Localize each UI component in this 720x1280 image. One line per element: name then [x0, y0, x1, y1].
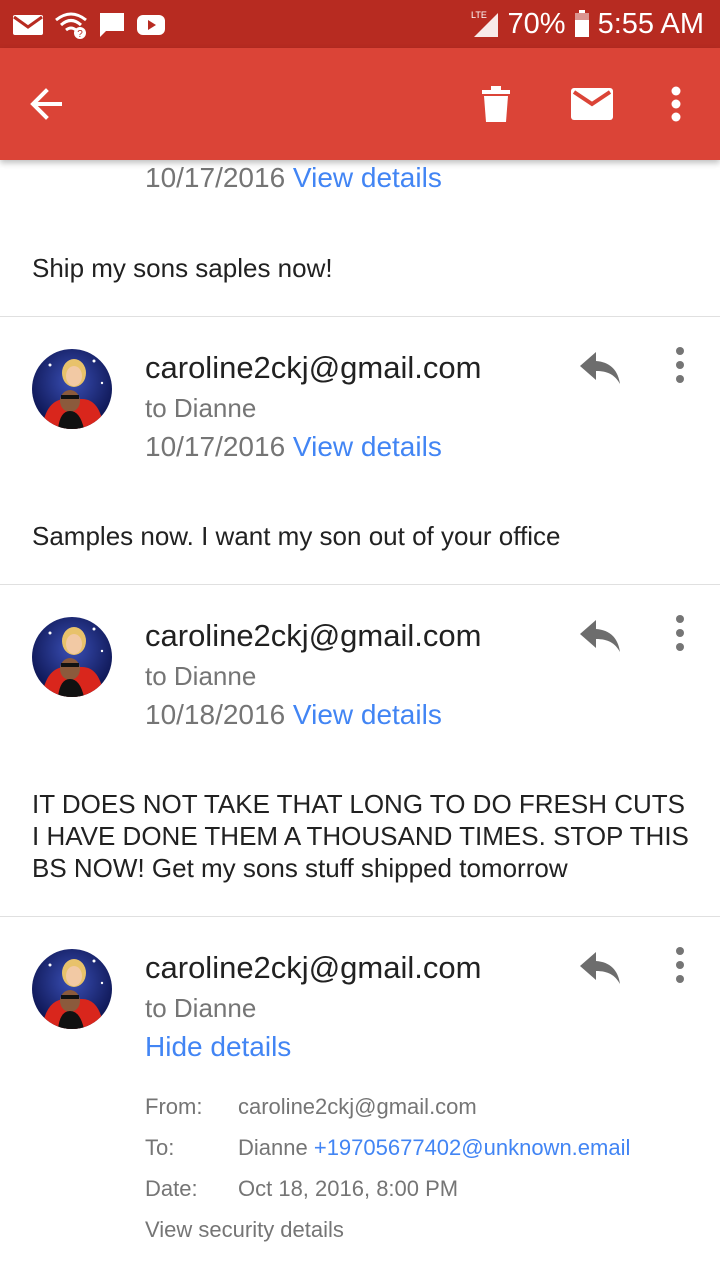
thread-content: 10/17/2016 View details Ship my sons sap…	[0, 160, 720, 1280]
more-vert-icon	[671, 86, 681, 122]
reply-button[interactable]	[578, 950, 622, 986]
message-divider	[0, 916, 720, 917]
hide-details-link[interactable]: Hide details	[145, 1031, 291, 1063]
avatar-image	[32, 349, 112, 429]
message-body: Samples now. I want my son out of your o…	[32, 521, 561, 551]
date-value: Oct 18, 2016, 8:00 PM	[238, 1176, 459, 1201]
signal-icon: LTE	[471, 10, 498, 37]
message-date: 10/18/2016	[145, 699, 286, 730]
sender-avatar[interactable]	[32, 949, 112, 1029]
message-divider	[0, 584, 720, 585]
wifi-icon: ?	[55, 12, 87, 39]
more-vert-icon	[676, 947, 684, 983]
svg-text:?: ?	[77, 29, 83, 39]
view-details-link[interactable]: View details	[293, 431, 442, 462]
reply-icon	[580, 352, 620, 384]
app-bar	[0, 48, 720, 160]
status-bar: ? LTE 70% 5:55 AM	[0, 0, 720, 48]
more-vert-icon	[676, 615, 684, 651]
chat-icon	[100, 13, 124, 37]
recipient-line[interactable]: to Dianne	[145, 993, 256, 1024]
message-divider	[0, 316, 720, 317]
message-date-line: 10/17/2016 View details	[145, 162, 442, 194]
avatar-image	[32, 949, 112, 1029]
reply-button[interactable]	[578, 618, 622, 654]
sender-email: caroline2ckj@gmail.com	[145, 350, 482, 385]
message-more-button[interactable]	[665, 613, 695, 653]
overflow-menu-button[interactable]	[656, 78, 696, 130]
battery-icon	[574, 10, 589, 37]
svg-text:LTE: LTE	[471, 10, 487, 20]
message-date-line: 10/18/2016 View details	[145, 699, 442, 731]
youtube-icon	[137, 15, 165, 35]
notification-icons: ?	[12, 10, 166, 40]
mark-unread-button[interactable]	[566, 78, 618, 130]
message-body: IT DOES NOT TAKE THAT LONG TO DO FRESH C…	[32, 789, 689, 883]
recipient-line[interactable]: to Dianne	[145, 393, 256, 424]
more-vert-icon	[676, 347, 684, 383]
message-date: 10/17/2016	[145, 162, 286, 193]
message-more-button[interactable]	[665, 345, 695, 385]
sender-email: caroline2ckj@gmail.com	[145, 950, 482, 985]
to-label: To:	[145, 1135, 175, 1160]
date-label: Date:	[145, 1176, 198, 1201]
back-arrow-icon	[30, 88, 62, 120]
from-label: From:	[145, 1094, 203, 1119]
sender-avatar[interactable]	[32, 617, 112, 697]
to-name: Dianne	[238, 1135, 308, 1160]
mail-icon	[571, 88, 613, 120]
trash-icon	[482, 86, 510, 122]
message-more-button[interactable]	[665, 945, 695, 985]
message-date: 10/17/2016	[145, 431, 286, 462]
reply-icon	[580, 952, 620, 984]
status-right: LTE 70% 5:55 AM	[470, 6, 704, 42]
view-details-link[interactable]: View details	[293, 699, 442, 730]
sender-email: caroline2ckj@gmail.com	[145, 618, 482, 653]
to-email-link[interactable]: +19705677402@unknown.email	[314, 1135, 631, 1160]
recipient-line[interactable]: to Dianne	[145, 661, 256, 692]
from-email-link[interactable]: caroline2ckj@gmail.com	[238, 1094, 477, 1120]
back-button[interactable]	[22, 80, 70, 128]
battery-percent: 70%	[507, 7, 566, 40]
to-recipient: Dianne +19705677402@unknown.email	[238, 1135, 630, 1161]
message-body: Ship my sons saples now!	[32, 253, 333, 283]
view-security-details-link[interactable]: View security details	[145, 1217, 344, 1243]
reply-icon	[580, 620, 620, 652]
clock: 5:55 AM	[597, 7, 704, 40]
delete-button[interactable]	[472, 78, 520, 130]
avatar-image	[32, 617, 112, 697]
sender-avatar[interactable]	[32, 349, 112, 429]
message-date-line: 10/17/2016 View details	[145, 431, 442, 463]
gmail-icon	[13, 15, 43, 35]
view-details-link[interactable]: View details	[293, 162, 442, 193]
reply-button[interactable]	[578, 350, 622, 386]
